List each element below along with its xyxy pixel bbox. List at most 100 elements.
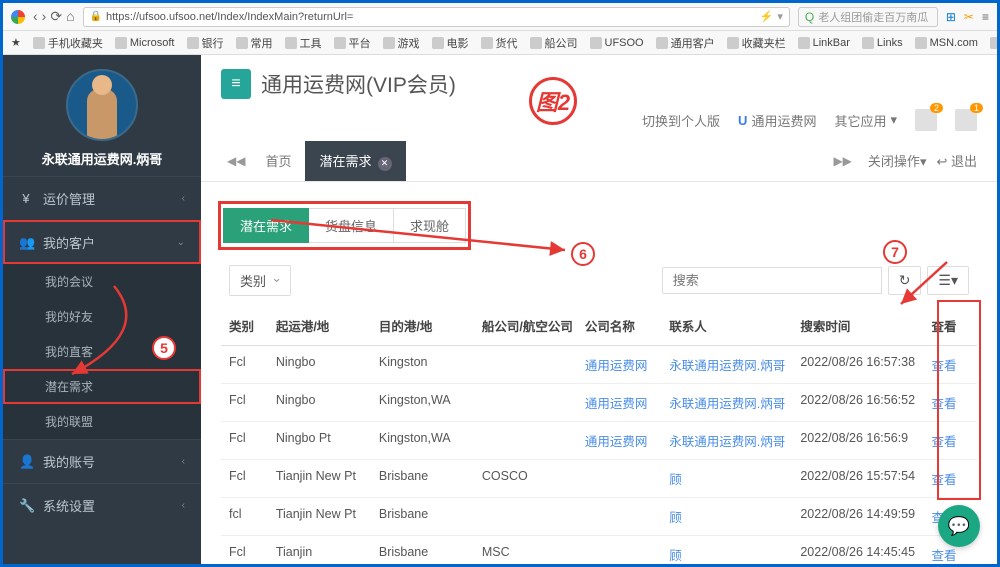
cell-view-link[interactable]: 查看 bbox=[932, 393, 969, 412]
users-icon: 👥 bbox=[19, 235, 33, 251]
cell-company-link[interactable] bbox=[585, 507, 669, 526]
tab-home[interactable]: 首页 bbox=[251, 141, 305, 180]
tab-next-icon[interactable]: ▶▶ bbox=[827, 154, 857, 168]
dropdown-icon[interactable]: ▾ bbox=[777, 10, 783, 23]
browser-search[interactable]: Q 老人组团偷走百万南瓜 bbox=[798, 7, 938, 27]
cell-contact-link[interactable]: 永联通用运费网.炳哥 bbox=[669, 431, 800, 450]
bookmark-item[interactable]: 电影 bbox=[432, 35, 469, 51]
cell-contact-link[interactable]: 顾 bbox=[669, 507, 800, 526]
cell-company-link[interactable] bbox=[585, 545, 669, 564]
browser-nav-controls: ‹ › ⟳ ⌂ bbox=[33, 8, 75, 25]
cell-contact-link[interactable]: 永联通用运费网.炳哥 bbox=[669, 393, 800, 412]
sidebar-item-settings[interactable]: 🔧系统设置 ‹ bbox=[3, 483, 201, 527]
logout-link[interactable]: ↩ 退出 bbox=[936, 151, 977, 170]
ufsoo-link[interactable]: U通用运费网 bbox=[738, 111, 816, 130]
switch-personal-link[interactable]: 切换到个人版 bbox=[642, 111, 720, 130]
tab-potential-demand[interactable]: 潜在需求✕ bbox=[305, 141, 405, 181]
back-button[interactable]: ‹ bbox=[33, 8, 38, 25]
qihoo-icon: Q bbox=[805, 10, 814, 24]
bookmark-item[interactable]: 游戏 bbox=[383, 35, 420, 51]
forward-button[interactable]: › bbox=[42, 8, 47, 25]
bookmark-item[interactable]: 常用 bbox=[236, 35, 273, 51]
menu-toggle-icon[interactable]: ≡ bbox=[221, 69, 251, 99]
cell-contact-link[interactable]: 永联通用运费网.炳哥 bbox=[669, 355, 800, 374]
bookmark-item[interactable]: Links bbox=[862, 37, 903, 49]
cell-view-link[interactable]: 查看 bbox=[932, 355, 969, 374]
submenu-friends[interactable]: 我的好友 bbox=[3, 299, 201, 334]
cell-view-link[interactable]: 查看 bbox=[932, 469, 969, 488]
refresh-button[interactable]: ↻ bbox=[888, 266, 922, 295]
subtab-potential-demand[interactable]: 潜在需求 bbox=[223, 208, 309, 243]
cell-carrier bbox=[482, 393, 585, 412]
chat-fab[interactable]: 💬 bbox=[938, 505, 980, 547]
notification-badge-2[interactable] bbox=[955, 109, 977, 131]
extensions-icon[interactable]: ✂ bbox=[964, 10, 974, 24]
bookmark-bar: ★ 手机收藏夹 Microsoft 银行 常用 工具 平台 游戏 电影 货代 船… bbox=[3, 31, 997, 55]
bookmark-star-icon[interactable]: ★ bbox=[11, 36, 21, 49]
chevron-down-icon: ⌄ bbox=[177, 237, 185, 248]
u-icon: U bbox=[738, 113, 747, 128]
bookmark-item[interactable]: MSN.com bbox=[915, 37, 978, 49]
bookmark-item[interactable]: 船公司 bbox=[530, 35, 578, 51]
cell-origin: Ningbo bbox=[276, 355, 379, 374]
browser-address-bar: ‹ › ⟳ ⌂ 🔒 https://ufsoo.ufsoo.net/Index/… bbox=[3, 3, 997, 31]
submenu-direct[interactable]: 我的直客 bbox=[3, 334, 201, 369]
submenu-potential-demand[interactable]: 潜在需求 bbox=[3, 369, 201, 404]
cell-view-link[interactable]: 查看 bbox=[932, 431, 969, 450]
close-ops-link[interactable]: 关闭操作▾ bbox=[868, 151, 927, 170]
search-input[interactable] bbox=[662, 267, 882, 294]
bookmark-item[interactable]: LinkBar bbox=[798, 37, 850, 49]
cell-dest: Kingston,WA bbox=[379, 393, 482, 412]
bookmark-item[interactable]: Google 翻 bbox=[990, 35, 997, 51]
tab-prev-icon[interactable]: ◀◀ bbox=[221, 154, 251, 168]
close-tab-icon[interactable]: ✕ bbox=[378, 157, 392, 171]
cell-time: 2022/08/26 14:45:45 bbox=[800, 545, 931, 564]
bookmark-item[interactable]: 货代 bbox=[481, 35, 518, 51]
customers-submenu: 我的会议 我的好友 我的直客 潜在需求 我的联盟 bbox=[3, 264, 201, 439]
cell-company-link[interactable]: 通用运费网 bbox=[585, 431, 669, 450]
cell-carrier bbox=[482, 507, 585, 526]
table-row: FclTianjinBrisbaneMSC顾2022/08/26 14:45:4… bbox=[221, 536, 977, 565]
sidebar-item-customers[interactable]: 👥我的客户 ⌄ bbox=[3, 220, 201, 264]
submenu-alliance[interactable]: 我的联盟 bbox=[3, 404, 201, 439]
cell-company-link[interactable]: 通用运费网 bbox=[585, 355, 669, 374]
chevron-left-icon: ‹ bbox=[182, 193, 185, 204]
avatar[interactable] bbox=[66, 69, 138, 141]
speed-icon: ⚡ bbox=[760, 10, 774, 23]
bookmark-item[interactable]: 平台 bbox=[334, 35, 371, 51]
bookmark-item[interactable]: 通用客户 bbox=[656, 35, 715, 51]
bookmark-item[interactable]: Microsoft bbox=[115, 37, 175, 49]
sidebar-item-account[interactable]: 👤我的账号 ‹ bbox=[3, 439, 201, 483]
bookmark-item[interactable]: 银行 bbox=[187, 35, 224, 51]
bookmark-item[interactable]: UFSOO bbox=[590, 37, 644, 49]
reload-button[interactable]: ⟳ bbox=[50, 8, 62, 25]
notification-badge-1[interactable] bbox=[915, 109, 937, 131]
sidebar-item-pricing[interactable]: ¥运价管理 ‹ bbox=[3, 176, 201, 220]
list-options-button[interactable]: ☰▾ bbox=[927, 266, 969, 295]
other-apps-link[interactable]: 其它应用 ▾ bbox=[834, 111, 897, 130]
subtab-cargo-info[interactable]: 货盘信息 bbox=[309, 208, 394, 243]
cell-company-link[interactable] bbox=[585, 469, 669, 488]
home-button[interactable]: ⌂ bbox=[66, 8, 74, 25]
bookmark-item[interactable]: 手机收藏夹 bbox=[33, 35, 103, 51]
table-row: fclTianjin New PtBrisbane顾2022/08/26 14:… bbox=[221, 498, 977, 536]
table-row: FclNingboKingston通用运费网永联通用运费网.炳哥2022/08/… bbox=[221, 346, 977, 384]
subtab-space-request[interactable]: 求现舱 bbox=[394, 208, 466, 243]
cell-view-link[interactable]: 查看 bbox=[932, 545, 969, 564]
cell-origin: Tianjin bbox=[276, 545, 379, 564]
user-icon: 👤 bbox=[19, 454, 33, 470]
cell-time: 2022/08/26 16:57:38 bbox=[800, 355, 931, 374]
cell-company-link[interactable]: 通用运费网 bbox=[585, 393, 669, 412]
cell-carrier bbox=[482, 431, 585, 450]
annotation-figure-label: 图2 bbox=[529, 77, 577, 125]
submenu-meetings[interactable]: 我的会议 bbox=[3, 264, 201, 299]
cell-origin: Ningbo Pt bbox=[276, 431, 379, 450]
cell-contact-link[interactable]: 顾 bbox=[669, 469, 800, 488]
url-input[interactable]: 🔒 https://ufsoo.ufsoo.net/Index/IndexMai… bbox=[83, 7, 790, 27]
menu-icon[interactable]: ≡ bbox=[982, 10, 989, 24]
bookmark-item[interactable]: 收藏夹栏 bbox=[727, 35, 786, 51]
ms-apps-icon[interactable]: ⊞ bbox=[946, 10, 956, 24]
cell-contact-link[interactable]: 顾 bbox=[669, 545, 800, 564]
bookmark-item[interactable]: 工具 bbox=[285, 35, 322, 51]
category-select[interactable]: 类别 bbox=[229, 265, 291, 296]
